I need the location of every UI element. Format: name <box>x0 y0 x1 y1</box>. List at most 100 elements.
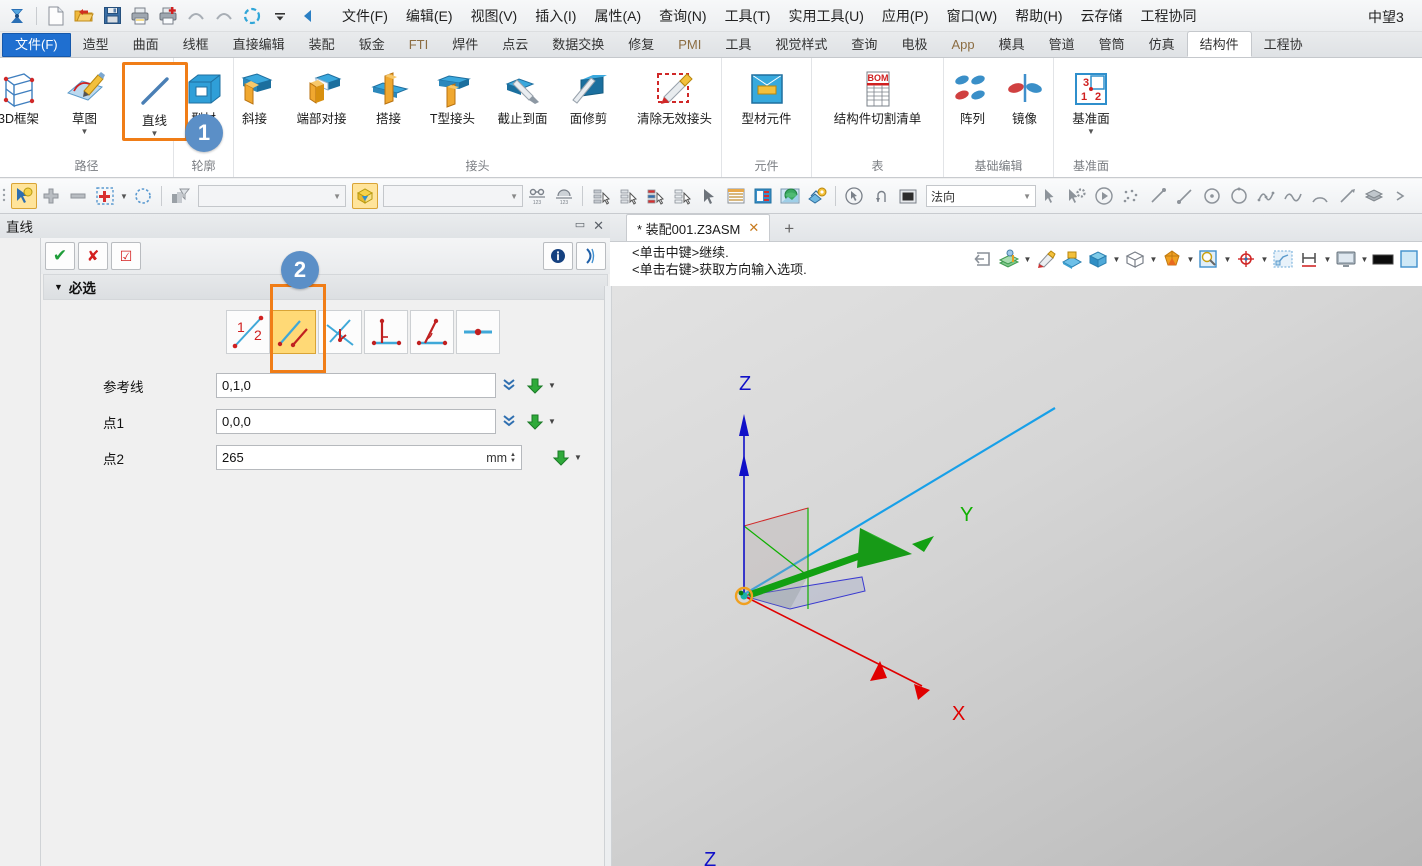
chevron-down-icon[interactable]: ▼ <box>81 128 89 136</box>
reference-line-pick-icon[interactable] <box>522 377 548 395</box>
ribbon-tab-piping[interactable]: 管道 <box>1037 32 1087 57</box>
ribbon-tab-structure[interactable]: 结构件 <box>1186 31 1252 57</box>
filter-combo[interactable]: ▼ <box>198 185 346 207</box>
line-pen-icon[interactable] <box>1334 183 1360 209</box>
section-header-required[interactable]: ▼ 必选 <box>43 274 608 300</box>
ribbon-tab-pmi[interactable]: PMI <box>666 32 713 57</box>
chevron-down-icon[interactable]: ▼ <box>1322 255 1333 264</box>
chevron-down-icon[interactable]: ▼ <box>1259 255 1270 264</box>
ribbon-tab-surface[interactable]: 曲面 <box>121 32 171 57</box>
menu-item-tools[interactable]: 工具(T) <box>716 2 780 30</box>
ribbon-tab-data-exchange[interactable]: 数据交换 <box>540 32 616 57</box>
reference-line-expand-icon[interactable] <box>496 376 522 395</box>
chevron-down-icon[interactable]: ▼ <box>151 130 159 138</box>
exit-view-icon[interactable] <box>970 246 996 272</box>
pointer-gear-icon[interactable] <box>1064 183 1090 209</box>
shade-mode-icon[interactable] <box>1085 246 1111 272</box>
chevron-down-icon[interactable]: ▼ <box>1087 128 1095 136</box>
normal-direction-combo[interactable]: 法向 ▼ <box>926 185 1036 207</box>
viewport-left-scrollbar[interactable] <box>604 286 612 866</box>
circle-center-icon[interactable] <box>1199 183 1225 209</box>
chevron-down-icon[interactable]: ▼ <box>510 192 518 201</box>
expand-panel-button[interactable] <box>576 242 606 270</box>
line-segment-icon[interactable] <box>1145 183 1171 209</box>
point1-pick-icon[interactable] <box>522 413 548 431</box>
visibility-icon[interactable] <box>352 183 378 209</box>
ribbon-button-trim-to-face[interactable]: 截止到面 <box>488 62 558 127</box>
ribbon-tab-sheetmetal[interactable]: 钣金 <box>347 32 397 57</box>
point2-pick-icon[interactable] <box>548 449 574 467</box>
layer-globe-icon[interactable] <box>777 183 803 209</box>
new-tab-button[interactable]: + <box>770 217 808 241</box>
point1-field[interactable]: 0,0,0 <box>216 409 496 434</box>
midpoint-line-type[interactable] <box>456 310 500 354</box>
display-mode-icon[interactable] <box>1333 246 1359 272</box>
ribbon-button-sketch[interactable]: 草图 ▼ <box>52 62 118 137</box>
flip-normal-icon[interactable] <box>868 183 894 209</box>
arrow-cursor-icon[interactable] <box>696 183 722 209</box>
ribbon-button-3d-frame[interactable]: 3D框架 <box>0 62 52 127</box>
redo-icon[interactable] <box>211 3 237 29</box>
print-add-icon[interactable] <box>155 3 181 29</box>
ribbon-tab-file[interactable]: 文件(F) <box>2 33 71 57</box>
ribbon-tab-pointcloud[interactable]: 点云 <box>490 32 540 57</box>
menu-item-cloud-storage[interactable]: 云存储 <box>1072 2 1132 30</box>
print-icon[interactable] <box>127 3 153 29</box>
ribbon-tab-visual-style[interactable]: 视觉样式 <box>763 32 839 57</box>
ribbon-tab-mold[interactable]: 模具 <box>987 32 1037 57</box>
dimension-arc-icon[interactable]: 123 <box>551 183 577 209</box>
render-style-icon[interactable] <box>1159 246 1185 272</box>
layer-visibility-icon[interactable] <box>996 246 1022 272</box>
arc-icon[interactable] <box>1307 183 1333 209</box>
chevron-down-icon[interactable]: ▼ <box>1022 255 1033 264</box>
zoom-window-icon[interactable] <box>1196 246 1222 272</box>
dimension-link-icon[interactable]: 123 <box>524 183 550 209</box>
two-point-line-type[interactable]: 1 2 <box>226 310 270 354</box>
menu-item-utilities[interactable]: 实用工具(U) <box>779 2 872 30</box>
select-circle-icon[interactable] <box>130 183 156 209</box>
open-file-icon[interactable] <box>71 3 97 29</box>
ribbon-button-clear-invalid-joint[interactable]: 清除无效接头 <box>620 62 730 127</box>
ribbon-tab-fti[interactable]: FTI <box>397 32 441 57</box>
viewport-3d[interactable]: Z Y X Z <box>612 286 1422 866</box>
ribbon-tab-tools[interactable]: 工具 <box>713 32 763 57</box>
app-logo-icon[interactable] <box>4 3 30 29</box>
chevron-down-icon[interactable]: ▼ <box>548 417 562 426</box>
chevron-down-icon[interactable]: ▼ <box>1222 255 1233 264</box>
chevron-down-icon[interactable]: ▼ <box>1185 255 1196 264</box>
menu-item-engineering-collab[interactable]: 工程协同 <box>1132 2 1206 30</box>
point2-field[interactable]: 265 mm ▲ ▼ <box>216 445 522 470</box>
ribbon-tab-electrode[interactable]: 电极 <box>889 32 939 57</box>
play-circle-icon[interactable] <box>1091 183 1117 209</box>
layer-select-3-icon[interactable] <box>642 183 668 209</box>
view-orient-icon[interactable] <box>1233 246 1259 272</box>
ribbon-button-mirror[interactable]: 镜像 <box>999 62 1051 127</box>
menu-item-application[interactable]: 应用(P) <box>873 2 938 30</box>
cancel-x-button[interactable]: ✘ <box>78 242 108 270</box>
minimize-icon[interactable]: ▭ <box>575 218 585 234</box>
point2-spinner[interactable]: ▲ ▼ <box>510 452 516 464</box>
apply-button[interactable]: ☑ <box>111 242 141 270</box>
plane-fill-icon[interactable] <box>895 183 921 209</box>
background-color-icon[interactable] <box>1370 246 1396 272</box>
menu-item-edit[interactable]: 编辑(E) <box>397 2 462 30</box>
layer-settings-icon[interactable] <box>804 183 830 209</box>
menu-item-property[interactable]: 属性(A) <box>585 2 650 30</box>
view-combo[interactable]: ▼ <box>383 185 523 207</box>
ribbon-button-lap[interactable]: 搭接 <box>360 62 418 127</box>
ribbon-button-miter[interactable]: 斜接 <box>226 62 284 127</box>
menu-item-query[interactable]: 查询(N) <box>650 2 715 30</box>
ok-check-button[interactable]: ✔ <box>45 242 75 270</box>
ribbon-tab-wireframe[interactable]: 线框 <box>171 32 221 57</box>
ribbon-button-pattern[interactable]: 阵列 <box>947 62 999 127</box>
regen-icon[interactable] <box>239 3 265 29</box>
collapse-ribbon-icon[interactable] <box>295 3 321 29</box>
line-segment-2-icon[interactable] <box>1172 183 1198 209</box>
ribbon-tab-simulation[interactable]: 仿真 <box>1137 32 1187 57</box>
chevron-down-icon[interactable]: ▼ <box>1359 255 1370 264</box>
layer-select-1-icon[interactable] <box>588 183 614 209</box>
undo-icon[interactable] <box>183 3 209 29</box>
measure-icon[interactable] <box>1296 246 1322 272</box>
point1-expand-icon[interactable] <box>496 412 522 431</box>
ribbon-tab-assembly[interactable]: 装配 <box>297 32 347 57</box>
